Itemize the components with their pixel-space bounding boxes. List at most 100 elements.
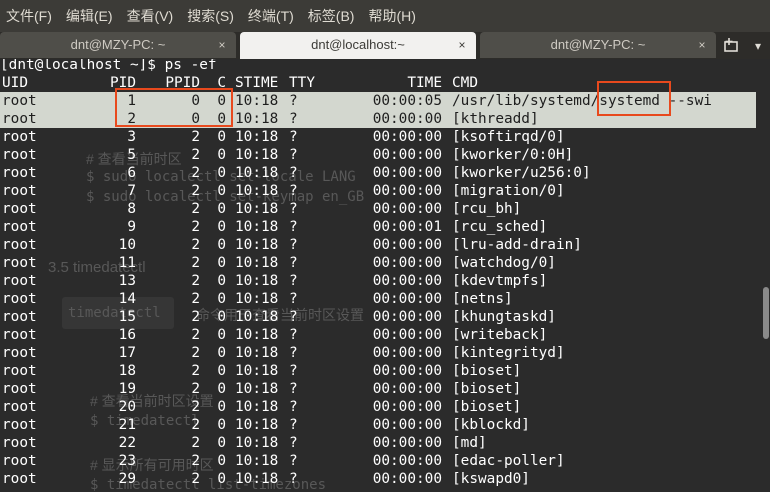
- cell-pid: 18: [118, 363, 136, 379]
- process-row: root 29 2 0 10:18? 00:00:00 [kswapd0]: [0, 470, 756, 488]
- process-row: root 21 2 0 10:18? 00:00:00 [kblockd]: [0, 416, 756, 434]
- cell-c: 0: [217, 183, 226, 199]
- process-row: root 15 2 0 10:18? 00:00:00 [khungtaskd]: [0, 308, 756, 326]
- cell-tty: ?: [289, 201, 298, 217]
- cell-c: 0: [217, 345, 226, 361]
- cell-time: 00:00:00: [372, 309, 442, 325]
- cell-tty: ?: [289, 165, 298, 181]
- cell-ppid: 2: [191, 183, 200, 199]
- cell-time: 00:00:00: [372, 291, 442, 307]
- process-row: root 11 2 0 10:18? 00:00:00 [watchdog/0]: [0, 254, 756, 272]
- process-row: root 17 2 0 10:18? 00:00:00 [kintegrityd]: [0, 344, 756, 362]
- cell-c: 0: [217, 309, 226, 325]
- cell-ppid: 2: [191, 237, 200, 253]
- header-time: TIME: [407, 75, 442, 91]
- terminal-output[interactable]: # 查看当前时区 $ sudo localectl set-locale LAN…: [0, 59, 770, 492]
- cell-stime: 10:18: [235, 255, 279, 271]
- process-row: root 6 2 0 10:18? 00:00:00 [kworker/u256:0]: [0, 164, 756, 182]
- menu-file[interactable]: 文件(F): [0, 0, 59, 32]
- process-row: root 10 2 0 10:18? 00:00:00 [lru-add-drain]: [0, 236, 756, 254]
- cell-uid: root: [2, 309, 37, 325]
- cell-time: 00:00:00: [372, 183, 442, 199]
- cell-cmd: [lru-add-drain]: [452, 237, 582, 253]
- cell-cmd: [kthreadd]: [452, 111, 539, 127]
- cell-tty: ?: [289, 399, 298, 415]
- cell-pid: 19: [118, 381, 136, 397]
- cell-time: 00:00:00: [372, 381, 442, 397]
- cell-ppid: 2: [191, 291, 200, 307]
- cell-time: 00:00:00: [372, 453, 442, 469]
- cell-cmd: [kworker/u256:0]: [452, 165, 591, 181]
- menu-view[interactable]: 查看(V): [120, 0, 181, 32]
- cell-c: 0: [217, 417, 226, 433]
- menu-terminal[interactable]: 终端(T): [241, 0, 301, 32]
- cell-ppid: 2: [191, 381, 200, 397]
- close-icon[interactable]: ×: [456, 39, 468, 51]
- cell-c: 0: [217, 201, 226, 217]
- cell-time: 00:00:00: [372, 237, 442, 253]
- cell-uid: root: [2, 363, 37, 379]
- scrollbar-track[interactable]: [762, 59, 770, 492]
- cell-c: 0: [217, 291, 226, 307]
- tab-title: dnt@MZY-PC: ~: [550, 37, 646, 52]
- cell-c: 0: [217, 453, 226, 469]
- cell-uid: root: [2, 129, 37, 145]
- tab-menu-chevron-down-icon[interactable]: ▾: [749, 36, 767, 56]
- menu-tabs[interactable]: 标签(B): [301, 0, 362, 32]
- process-row: root 16 2 0 10:18? 00:00:00 [writeback]: [0, 326, 756, 344]
- cell-uid: root: [2, 399, 37, 415]
- close-icon[interactable]: ×: [216, 39, 228, 51]
- cell-stime: 10:18: [235, 471, 279, 487]
- tab-mzy-pc-1[interactable]: dnt@MZY-PC: ~ ×: [0, 32, 236, 58]
- cell-tty: ?: [289, 435, 298, 451]
- cell-stime: 10:18: [235, 273, 279, 289]
- cell-ppid: 2: [191, 399, 200, 415]
- process-row: root 7 2 0 10:18? 00:00:00 [migration/0]: [0, 182, 756, 200]
- menu-help[interactable]: 帮助(H): [361, 0, 422, 32]
- cell-uid: root: [2, 453, 37, 469]
- cell-time: 00:00:00: [372, 327, 442, 343]
- cell-stime: 10:18: [235, 363, 279, 379]
- scrollbar-thumb[interactable]: [763, 287, 769, 339]
- close-icon[interactable]: ×: [696, 39, 708, 51]
- cell-pid: 17: [118, 345, 136, 361]
- cell-stime: 10:18: [235, 345, 279, 361]
- cell-pid: 29: [118, 471, 136, 487]
- new-tab-icon[interactable]: [722, 36, 742, 56]
- header-cmd: CMD: [452, 75, 478, 91]
- cell-stime: 10:18: [235, 183, 279, 199]
- cell-pid: 14: [118, 291, 136, 307]
- cell-uid: root: [2, 255, 37, 271]
- tab-mzy-pc-2[interactable]: dnt@MZY-PC: ~ ×: [480, 32, 716, 58]
- cell-stime: 10:18: [235, 453, 279, 469]
- cell-ppid: 2: [191, 255, 200, 271]
- cell-time: 00:00:05: [372, 93, 442, 109]
- cell-time: 00:00:00: [372, 363, 442, 379]
- cell-ppid: 2: [191, 363, 200, 379]
- cell-tty: ?: [289, 417, 298, 433]
- cell-cmd: [writeback]: [452, 327, 548, 343]
- cell-tty: ?: [289, 147, 298, 163]
- cell-cmd: [kworker/0:0H]: [452, 147, 574, 163]
- cell-stime: 10:18: [235, 435, 279, 451]
- menu-edit[interactable]: 编辑(E): [59, 0, 120, 32]
- cell-stime: 10:18: [235, 291, 279, 307]
- cell-uid: root: [2, 435, 37, 451]
- menu-search[interactable]: 搜索(S): [180, 0, 241, 32]
- process-row: root 9 2 0 10:18? 00:00:01 [rcu_sched]: [0, 218, 756, 236]
- menu-bar: 文件(F) 编辑(E) 查看(V) 搜索(S) 终端(T) 标签(B) 帮助(H…: [0, 0, 770, 32]
- process-row: root 22 2 0 10:18? 00:00:00 [md]: [0, 434, 756, 452]
- header-tty: TTY: [289, 75, 315, 91]
- cell-c: 0: [217, 327, 226, 343]
- process-row: root 20 2 0 10:18? 00:00:00 [bioset]: [0, 398, 756, 416]
- cell-stime: 10:18: [235, 165, 279, 181]
- cell-ppid: 2: [191, 219, 200, 235]
- cell-cmd: [kdevtmpfs]: [452, 273, 548, 289]
- cell-tty: ?: [289, 255, 298, 271]
- cell-ppid: 2: [191, 345, 200, 361]
- tab-localhost[interactable]: dnt@localhost:~ ×: [240, 32, 476, 59]
- cell-ppid: 2: [191, 147, 200, 163]
- cell-stime: 10:18: [235, 93, 279, 109]
- cell-uid: root: [2, 93, 37, 109]
- cell-ppid: 2: [191, 309, 200, 325]
